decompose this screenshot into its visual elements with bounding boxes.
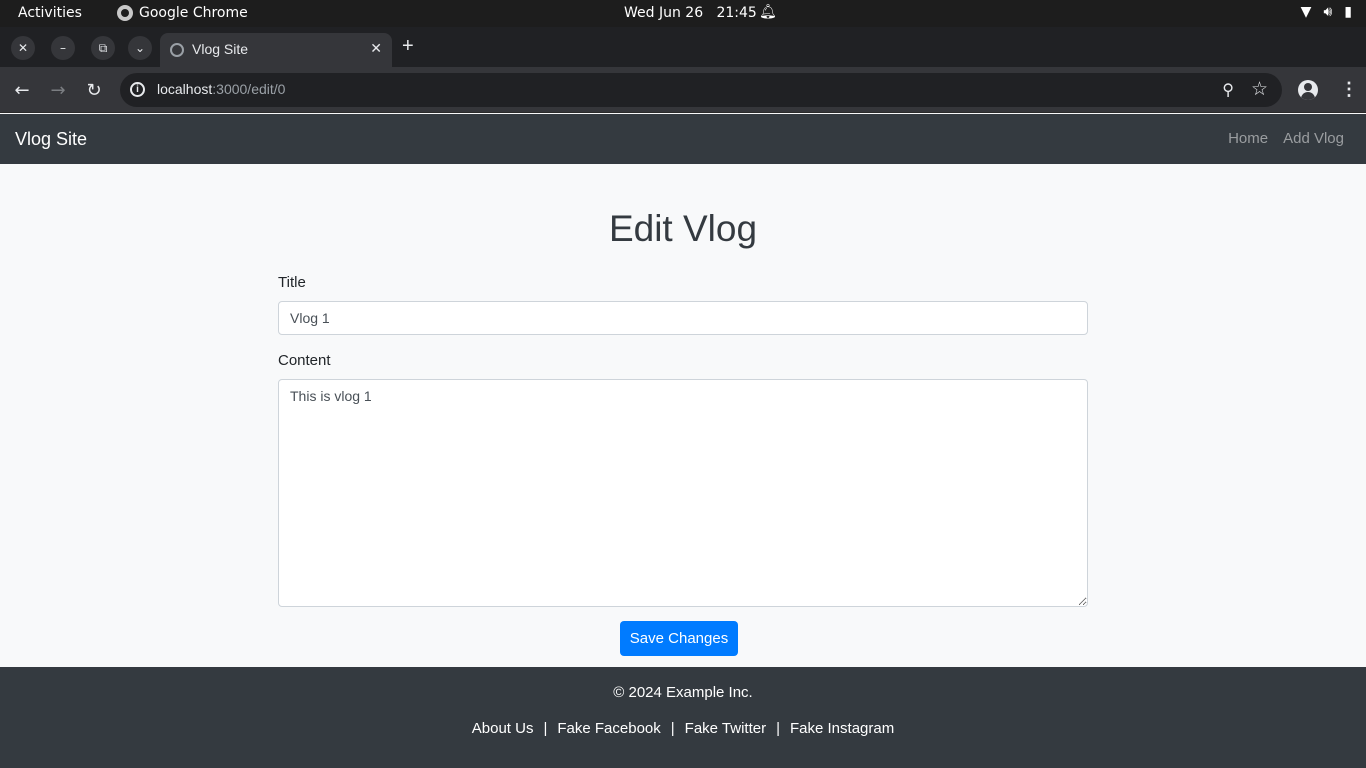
nav-link-home[interactable]: Home — [1228, 130, 1268, 147]
clock[interactable]: Wed Jun 26 21:45 — [624, 5, 757, 21]
footer-copyright: © 2024 Example Inc. — [613, 684, 753, 701]
footer-separator: | — [776, 720, 780, 737]
close-window-icon[interactable]: ✕ — [11, 36, 35, 60]
volume-icon: 🔊︎ — [1323, 4, 1333, 20]
tab-search-chevron-icon[interactable]: ⌄ — [128, 36, 152, 60]
app-name: Google Chrome — [139, 5, 248, 21]
forward-arrow-icon[interactable]: → — [46, 78, 70, 102]
reload-icon[interactable]: ↻ — [82, 78, 106, 102]
main-content: Edit Vlog Title Content This is vlog 1 S… — [0, 164, 1366, 667]
zoom-icon[interactable]: ⚲ — [1222, 80, 1234, 100]
page-title: Edit Vlog — [608, 208, 758, 249]
app-menu[interactable]: Google Chrome — [117, 5, 248, 21]
kebab-menu-icon[interactable]: ⋮ — [1340, 79, 1358, 100]
alarm-bell-icon[interactable]: 🔔︎ — [759, 4, 777, 20]
url-path: :3000/edit/0 — [212, 81, 286, 97]
globe-icon — [170, 43, 184, 57]
browser-toolbar: ← → ↻ i localhost:3000/edit/0 ⚲ ☆ ⋮ — [0, 67, 1366, 113]
chrome-icon — [117, 5, 133, 21]
clock-date: Wed Jun 26 — [624, 5, 704, 21]
footer-separator: | — [670, 720, 675, 737]
footer-link-facebook[interactable]: Fake Facebook — [557, 720, 660, 737]
site-footer: © 2024 Example Inc. About Us | Fake Facebo… — [0, 667, 1366, 768]
os-top-bar: Activities Google Chrome Wed Jun 26 21:4… — [0, 0, 1366, 27]
content-label: Content — [278, 352, 331, 369]
browser-tab-strip: ✕ – ⧉ ⌄ Vlog Site ✕ + — [0, 27, 1366, 67]
activities-button[interactable]: Activities — [18, 5, 82, 21]
navbar-brand[interactable]: Vlog Site — [15, 129, 87, 150]
back-arrow-icon[interactable]: ← — [10, 78, 34, 102]
system-tray[interactable]: ▼ 🔊︎ ▮ — [1301, 4, 1352, 20]
footer-link-about-us[interactable]: About Us — [472, 720, 534, 737]
browser-tab-active[interactable]: Vlog Site ✕ — [160, 33, 392, 67]
battery-icon: ▮ — [1344, 4, 1352, 20]
tab-title: Vlog Site — [192, 41, 249, 57]
footer-link-twitter[interactable]: Fake Twitter — [685, 720, 766, 737]
footer-separator: | — [543, 720, 548, 737]
site-navbar: Vlog Site Home Add Vlog — [0, 114, 1366, 164]
tab-close-icon[interactable]: ✕ — [370, 40, 382, 57]
address-bar[interactable]: i localhost:3000/edit/0 ⚲ ☆ — [120, 73, 1282, 107]
navbar-links: Home Add Vlog — [1228, 130, 1344, 147]
wifi-icon: ▼ — [1300, 4, 1312, 20]
clock-time: 21:45 — [716, 5, 757, 21]
new-tab-plus-icon[interactable]: + — [402, 36, 414, 56]
title-input[interactable] — [278, 301, 1088, 335]
footer-link-instagram[interactable]: Fake Instagram — [790, 720, 894, 737]
bookmark-star-icon[interactable]: ☆ — [1251, 78, 1268, 101]
minimize-window-icon[interactable]: – — [51, 36, 75, 60]
footer-links: About Us | Fake Facebook | Fake Twitter | Fake… — [0, 720, 1366, 737]
title-label: Title — [278, 274, 306, 291]
content-textarea[interactable]: This is vlog 1 — [278, 379, 1088, 607]
url-text: localhost:3000/edit/0 — [157, 81, 285, 97]
save-changes-button[interactable]: Save Changes — [620, 621, 738, 656]
nav-link-add-vlog[interactable]: Add Vlog — [1283, 130, 1344, 147]
restore-window-icon[interactable]: ⧉ — [91, 36, 115, 60]
url-host: localhost — [157, 81, 213, 97]
profile-avatar-icon[interactable] — [1298, 80, 1318, 100]
site-info-icon[interactable]: i — [130, 82, 145, 97]
